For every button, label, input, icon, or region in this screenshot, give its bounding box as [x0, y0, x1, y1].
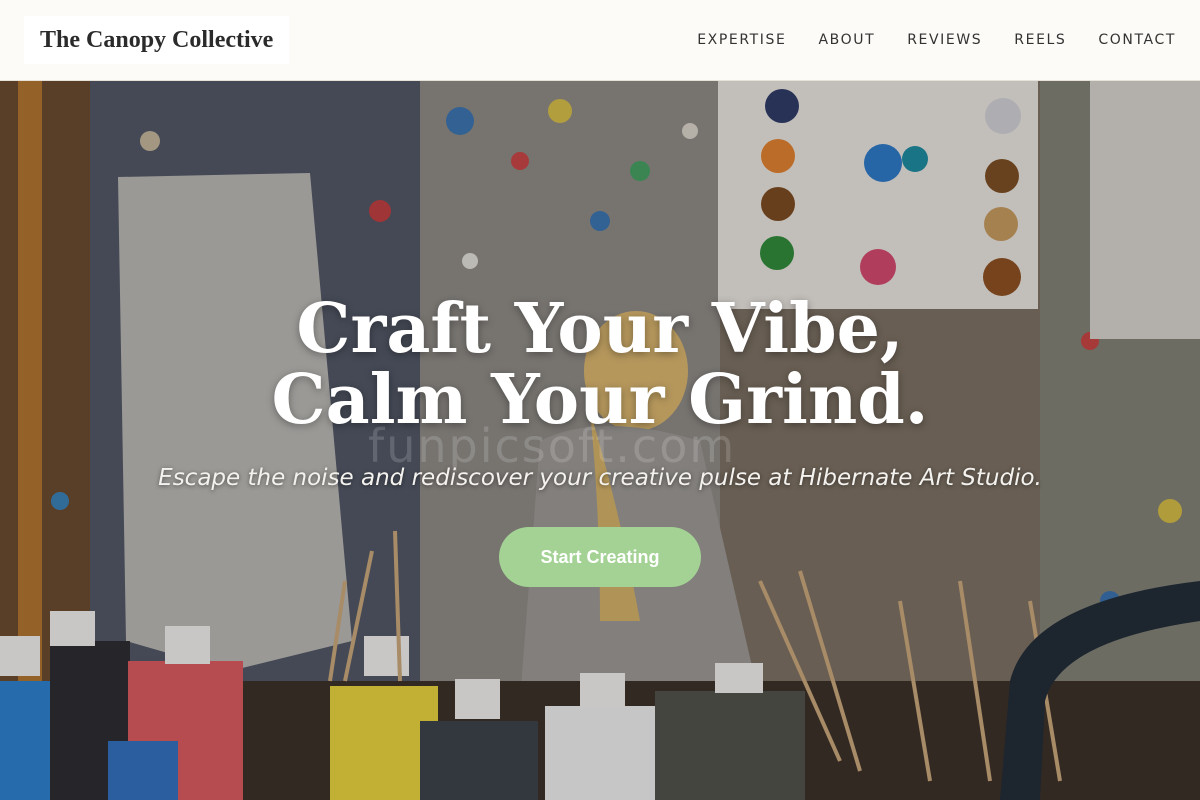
hero-subheadline: Escape the noise and rediscover your cre…	[158, 465, 1042, 491]
start-creating-button[interactable]: Start Creating	[499, 527, 701, 587]
nav-link-about[interactable]: ABOUT	[818, 32, 875, 48]
nav-link-reviews[interactable]: REVIEWS	[907, 32, 982, 48]
brand-logo[interactable]: The Canopy Collective	[24, 16, 290, 64]
hero-section: funpicsoft.com Craft Your Vibe, Calm You…	[0, 81, 1200, 800]
hero-headline: Craft Your Vibe, Calm Your Grind.	[0, 294, 1200, 436]
hero-headline-line1: Craft Your Vibe,	[296, 289, 904, 369]
main-nav: EXPERTISE ABOUT REVIEWS REELS CONTACT	[697, 32, 1176, 48]
nav-link-contact[interactable]: CONTACT	[1098, 32, 1176, 48]
nav-link-reels[interactable]: REELS	[1014, 32, 1066, 48]
hero-headline-line2: Calm Your Grind.	[271, 360, 929, 440]
site-header: The Canopy Collective EXPERTISE ABOUT RE…	[0, 0, 1200, 81]
nav-link-expertise[interactable]: EXPERTISE	[697, 32, 786, 48]
